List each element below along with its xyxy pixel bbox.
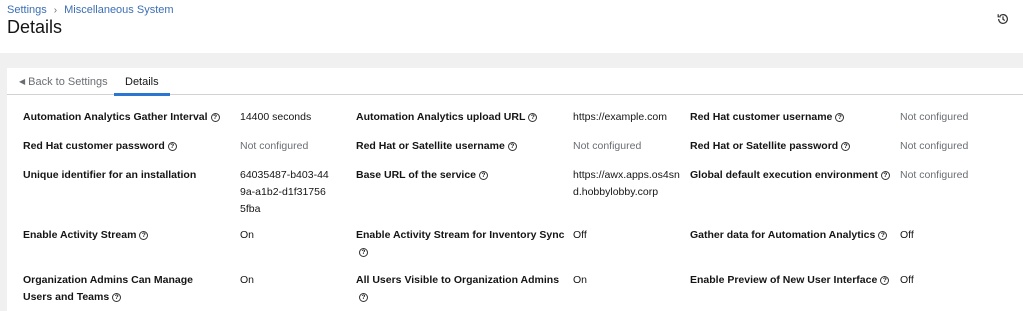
help-icon[interactable]: ?	[210, 113, 220, 122]
detail-value: On	[240, 274, 255, 286]
help-icon[interactable]: ?	[880, 171, 890, 180]
help-icon[interactable]: ?	[359, 293, 368, 302]
details-card: ◀ Back to Settings Details Automation An…	[7, 68, 1023, 311]
detail-term: Unique identifier for an installation	[23, 169, 197, 181]
tab-details-label: Details	[125, 75, 159, 88]
help-icon[interactable]: ?	[167, 142, 177, 151]
detail-value: Off	[900, 229, 914, 241]
tab-details[interactable]: Details	[114, 68, 170, 96]
detail-value: On	[573, 274, 588, 286]
detail-value: Off	[900, 274, 914, 286]
tab-bar: ◀ Back to Settings Details	[7, 68, 1023, 96]
help-icon[interactable]: ?	[507, 142, 517, 151]
detail-term: Base URL of the service?	[356, 167, 566, 184]
tab-back-to-settings[interactable]: ◀ Back to Settings	[19, 68, 108, 95]
history-icon[interactable]	[996, 12, 1010, 26]
detail-term: Red Hat customer username?	[690, 109, 895, 126]
help-icon[interactable]: ?	[835, 113, 845, 122]
breadcrumb: Settings › Miscellaneous System	[7, 4, 174, 16]
help-icon[interactable]: ?	[528, 113, 538, 122]
help-icon[interactable]: ?	[880, 276, 890, 285]
detail-term: Enable Activity Stream for Inventory Syn…	[356, 229, 565, 257]
breadcrumb-separator: ›	[53, 4, 58, 16]
detail-value: Not configured	[900, 140, 969, 152]
help-icon[interactable]: ?	[479, 171, 489, 180]
detail-value: 14400 seconds	[240, 111, 312, 123]
detail-value: https://example.com	[573, 111, 667, 123]
help-icon[interactable]: ?	[878, 231, 888, 240]
detail-value: Not configured	[240, 140, 309, 152]
detail-term: Global default execution environment?	[690, 167, 895, 184]
detail-value: Not configured	[573, 140, 642, 152]
help-icon[interactable]: ?	[112, 293, 122, 302]
help-icon[interactable]: ?	[359, 248, 368, 257]
detail-term: Enable Preview of New User Interface?	[690, 272, 895, 289]
tab-back-label: Back to Settings	[28, 75, 108, 88]
breadcrumb-misc-system-link[interactable]: Miscellaneous System	[64, 4, 173, 16]
detail-value: On	[240, 229, 255, 241]
detail-term: Enable Activity Stream?	[23, 227, 233, 244]
breadcrumb-settings-link[interactable]: Settings	[7, 4, 47, 16]
detail-value: Not configured	[900, 169, 969, 181]
detail-term: Red Hat or Satellite password?	[690, 138, 895, 155]
detail-value: Not configured	[900, 111, 969, 123]
help-icon[interactable]: ?	[841, 142, 851, 151]
detail-value: https://awx.apps.os4snd.hobbylobby.corp	[573, 169, 680, 198]
detail-value: 64035487-b403-449a-a1b2-d1f317565fba	[240, 169, 329, 215]
caret-left-icon: ◀	[19, 77, 26, 86]
detail-value: Off	[573, 229, 587, 241]
detail-term: Gather data for Automation Analytics?	[690, 227, 895, 244]
detail-term: All Users Visible to Organization Admins…	[356, 274, 560, 302]
page-title: Details	[7, 17, 63, 37]
detail-term: Automation Analytics Gather Interval?	[23, 109, 233, 126]
detail-term: Red Hat or Satellite username?	[356, 138, 566, 155]
detail-term: Red Hat customer password?	[23, 138, 233, 155]
page-header: Settings › Miscellaneous System Details	[0, 0, 1023, 53]
detail-term: Organization Admins Can Manage Users and…	[23, 274, 193, 303]
detail-term: Automation Analytics upload URL?	[356, 109, 566, 126]
help-icon[interactable]: ?	[139, 231, 149, 240]
